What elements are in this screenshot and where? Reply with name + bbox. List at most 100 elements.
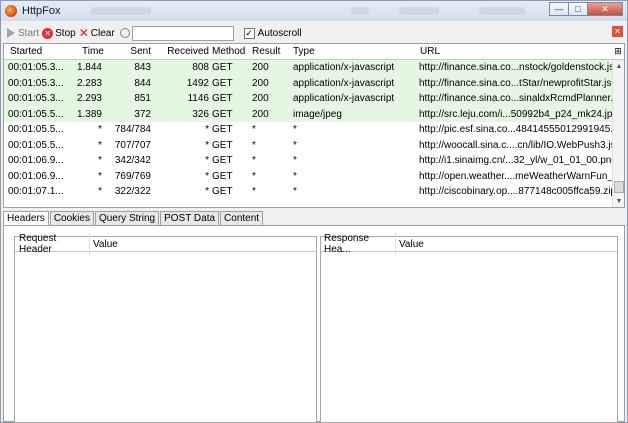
clear-icon: ✕ <box>78 26 89 40</box>
request-grid: Started Time Sent Received Method Result… <box>3 43 625 208</box>
tab-query-string[interactable]: Query String <box>94 211 160 225</box>
cell-sent: 784/784 <box>114 124 151 136</box>
cell-started: 00:01:06.9... <box>8 170 64 182</box>
cell-sent: 342/342 <box>114 155 151 167</box>
response-headers-list[interactable]: Response Hea... Value <box>320 233 618 423</box>
request-headers-list[interactable]: Request Header Value <box>14 233 317 423</box>
title-bar: HttpFox — □ ✕ <box>1 1 627 21</box>
cell-method: GET <box>212 93 233 105</box>
column-header-request-value[interactable]: Value <box>90 239 118 250</box>
cell-method: GET <box>212 62 233 74</box>
window-title: HttpFox <box>22 5 61 17</box>
httpfox-window: HttpFox — □ ✕ Start ✕ Stop ✕ Clear ✓ Aut… <box>0 0 628 423</box>
cell-method: GET <box>212 108 233 120</box>
column-header-url[interactable]: URL <box>419 44 612 59</box>
cell-received: * <box>205 170 209 182</box>
cell-received: * <box>205 139 209 151</box>
cell-result: * <box>252 186 256 198</box>
cell-received: 1492 <box>186 77 209 89</box>
column-header-type[interactable]: Type <box>285 44 419 59</box>
autoscroll-checkbox[interactable]: ✓ <box>243 27 255 39</box>
search-icon <box>119 28 130 38</box>
cell-time: 1.389 <box>76 108 102 120</box>
cell-received: 1146 <box>187 93 209 105</box>
close-window-button[interactable]: ✕ <box>587 2 623 16</box>
cell-method: GET <box>212 155 233 167</box>
column-header-response-header[interactable]: Response Hea... <box>321 233 396 255</box>
headers-panel: Request Header Value Response Hea... Val… <box>3 225 625 423</box>
cell-started: 00:01:05.3... <box>8 62 64 74</box>
cell-sent: 843 <box>134 62 151 74</box>
cell-type: * <box>293 186 297 198</box>
cell-method: GET <box>212 139 233 151</box>
minimize-button[interactable]: — <box>549 2 569 16</box>
cell-result: * <box>252 124 256 136</box>
column-header-started[interactable]: Started <box>4 44 72 59</box>
cell-received: 326 <box>192 108 209 120</box>
column-picker-icon[interactable]: ⊞ <box>612 44 624 59</box>
start-label: Start <box>18 27 40 39</box>
table-row[interactable]: 00:01:05.3... 2.293 851 1146 GET 200 applicati… <box>4 91 624 107</box>
scroll-up-icon[interactable]: ▲ <box>613 61 624 73</box>
column-header-received[interactable]: Received <box>151 44 209 59</box>
tab-cookies[interactable]: Cookies <box>49 211 94 225</box>
cell-sent: 322/322 <box>114 186 151 198</box>
cell-sent: 769/769 <box>114 170 151 182</box>
column-header-sent[interactable]: Sent <box>102 44 151 59</box>
column-header-request-header[interactable]: Request Header <box>15 233 90 255</box>
cell-time: * <box>98 186 102 198</box>
cell-started: 00:01:05.3... <box>8 77 64 89</box>
cell-received: 808 <box>192 62 209 74</box>
detail-tabs: Headers Cookies Query String POST Data C… <box>3 211 264 226</box>
tab-post-data[interactable]: POST Data <box>160 211 220 225</box>
cell-url: http://woocall.sina.c....cn/lib/IO.WebPu… <box>419 139 616 151</box>
clear-button[interactable]: ✕ Clear <box>78 26 115 40</box>
cell-type: * <box>293 155 297 167</box>
scroll-down-icon[interactable]: ▼ <box>613 196 624 207</box>
cell-url: http://finance.sina.co...nstock/goldenst… <box>419 62 615 74</box>
cell-started: 00:01:05.5... <box>8 139 64 151</box>
tab-headers[interactable]: Headers <box>3 211 49 226</box>
cell-method: GET <box>212 186 233 198</box>
table-row[interactable]: 00:01:05.5... * 707/707 * GET * * http://woocal… <box>4 138 624 154</box>
table-row[interactable]: 00:01:06.9... * 769/769 * GET * * http://open.w… <box>4 169 624 185</box>
autoscroll-label: Autoscroll <box>257 27 302 39</box>
cell-type: * <box>293 139 297 151</box>
table-row[interactable]: 00:01:05.5... * 784/784 * GET * * http://pic.es… <box>4 122 624 138</box>
stop-icon: ✕ <box>42 27 54 39</box>
column-header-result[interactable]: Result <box>243 44 285 59</box>
table-row[interactable]: 00:01:05.5... 1.389 372 326 GET 200 image/jpeg… <box>4 106 624 122</box>
start-button[interactable]: Start <box>1 28 39 39</box>
cell-result: 200 <box>252 108 269 120</box>
filter-input[interactable] <box>131 25 234 41</box>
cell-result: 200 <box>252 62 269 74</box>
table-row[interactable]: 00:01:07.1... * 322/322 * GET * * http://ciscob… <box>4 184 624 200</box>
cell-type: application/x-javascript <box>293 93 395 105</box>
response-headers-header: Response Hea... Value <box>321 233 617 255</box>
cell-method: GET <box>212 170 233 182</box>
column-header-method[interactable]: Method <box>209 44 245 59</box>
column-header-time[interactable]: Time <box>72 44 104 59</box>
grid-rows: 00:01:05.3... 1.844 843 808 GET 200 applicatio… <box>4 60 624 200</box>
column-header-response-value[interactable]: Value <box>396 239 424 250</box>
play-icon <box>7 28 15 38</box>
scrollbar-thumb[interactable] <box>614 181 624 193</box>
cell-result: 200 <box>252 77 269 89</box>
cell-url: http://open.weather....meWeatherWarnFun_ <box>419 170 613 182</box>
cell-time: * <box>98 139 102 151</box>
tab-content[interactable]: Content <box>220 211 264 225</box>
cell-type: application/x-javascript <box>293 62 395 74</box>
close-panel-icon[interactable]: ✕ <box>612 26 623 37</box>
table-row[interactable]: 00:01:05.3... 1.844 843 808 GET 200 applicatio… <box>4 60 624 76</box>
table-row[interactable]: 00:01:05.3... 2.283 844 1492 GET 200 applicati… <box>4 75 624 91</box>
stop-button[interactable]: ✕ Stop <box>42 27 76 39</box>
firefox-icon <box>5 5 17 17</box>
maximize-button[interactable]: □ <box>568 2 588 16</box>
vertical-scrollbar[interactable]: ▲ ▼ <box>612 61 624 207</box>
cell-url: http://ciscobinary.op....877148c005ffca5… <box>419 186 616 198</box>
cell-time: * <box>98 170 102 182</box>
cell-time: 2.293 <box>76 93 102 105</box>
cell-url: http://finance.sina.co...tStar/newprofit… <box>419 77 612 89</box>
table-row[interactable]: 00:01:06.9... * 342/342 * GET * * http://i1.sin… <box>4 153 624 169</box>
cell-received: * <box>205 155 209 167</box>
